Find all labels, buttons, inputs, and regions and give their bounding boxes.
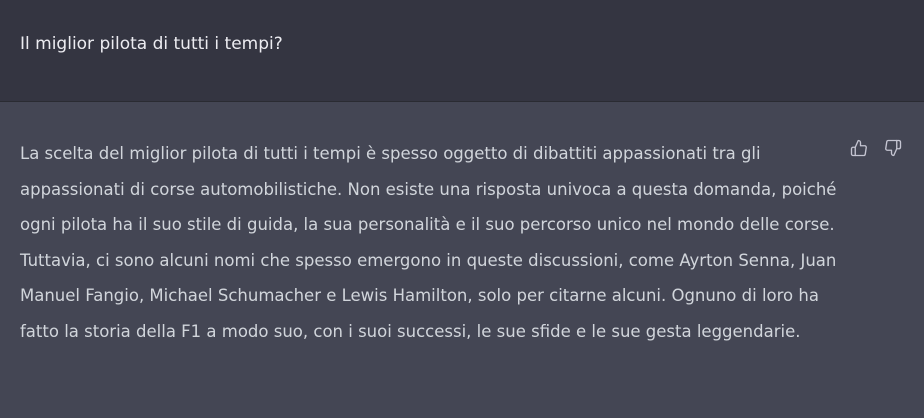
user-message-text: Il miglior pilota di tutti i tempi? xyxy=(20,34,283,54)
feedback-buttons xyxy=(849,138,903,158)
thumbs-up-icon xyxy=(850,139,867,157)
thumbs-down-icon xyxy=(885,139,902,157)
user-message-row: Il miglior pilota di tutti i tempi? xyxy=(0,0,924,102)
thumbs-down-button[interactable] xyxy=(883,138,903,158)
thumbs-up-button[interactable] xyxy=(849,138,869,158)
assistant-message-row: La scelta del miglior pilota di tutti i … xyxy=(0,102,924,418)
assistant-message-text: La scelta del miglior pilota di tutti i … xyxy=(20,144,837,341)
